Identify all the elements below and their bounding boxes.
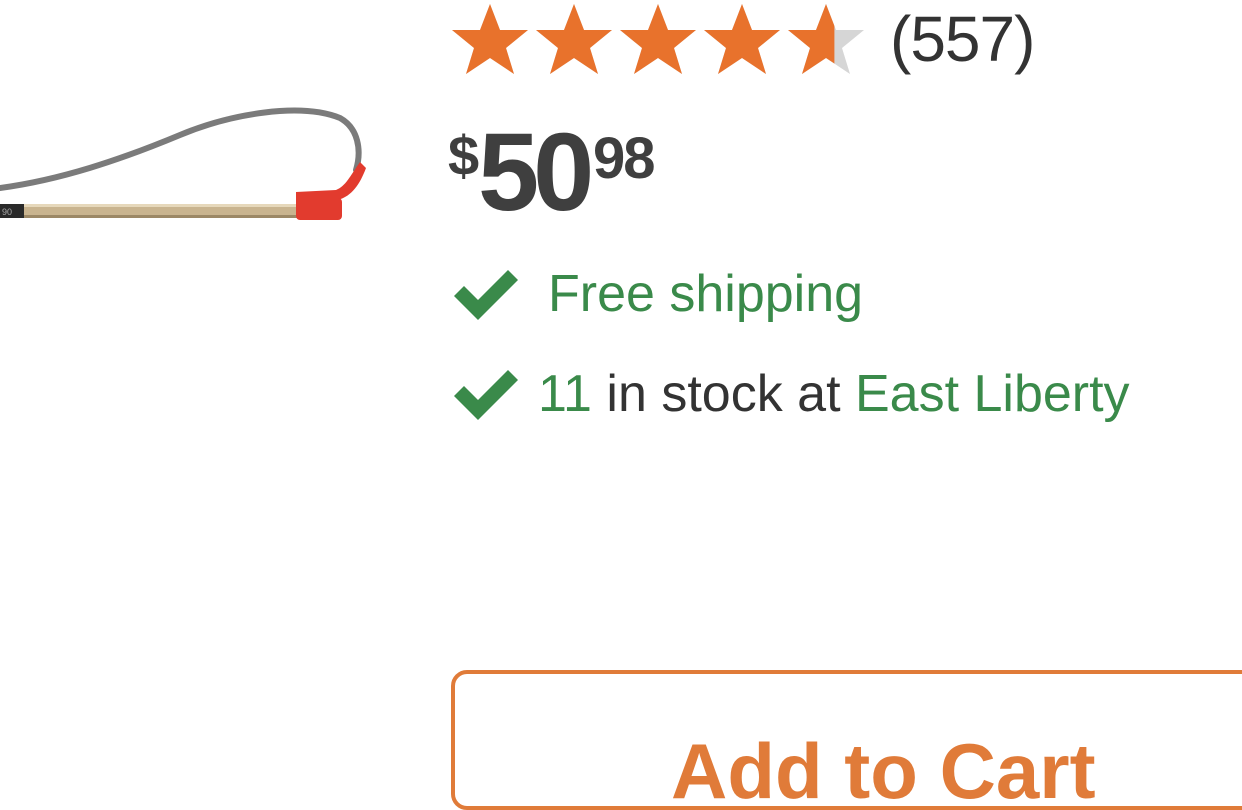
star-icon — [704, 4, 780, 74]
product-image[interactable]: 90 — [0, 90, 380, 260]
add-to-cart-button[interactable]: Add to Cart — [451, 670, 1242, 810]
svg-text:90: 90 — [2, 207, 12, 217]
shipping-label: Free shipping — [548, 265, 864, 323]
add-to-cart-label: Add to Cart — [671, 727, 1096, 810]
price-cents: 98 — [593, 126, 655, 191]
free-shipping-row: Free shipping — [450, 262, 863, 326]
checkmark-icon — [454, 370, 518, 420]
checkmark-icon — [454, 270, 518, 320]
review-count[interactable]: (557) — [890, 7, 1035, 71]
star-rating — [448, 0, 868, 78]
price-currency: $ — [448, 124, 480, 187]
stock-middle-text: in stock at — [591, 365, 855, 423]
star-icon — [788, 4, 864, 74]
price-dollars: 50 — [478, 111, 594, 234]
star-icon — [620, 4, 696, 74]
stock-text: 11 in stock at East Liberty — [538, 368, 1130, 420]
star-icon — [536, 4, 612, 74]
stock-count: 11 — [538, 365, 592, 423]
rating-row[interactable]: (557) — [448, 0, 1035, 78]
stock-row: 11 in stock at East Liberty — [450, 362, 1130, 426]
store-name-link[interactable]: East Liberty — [855, 365, 1130, 423]
star-icon — [452, 4, 528, 74]
